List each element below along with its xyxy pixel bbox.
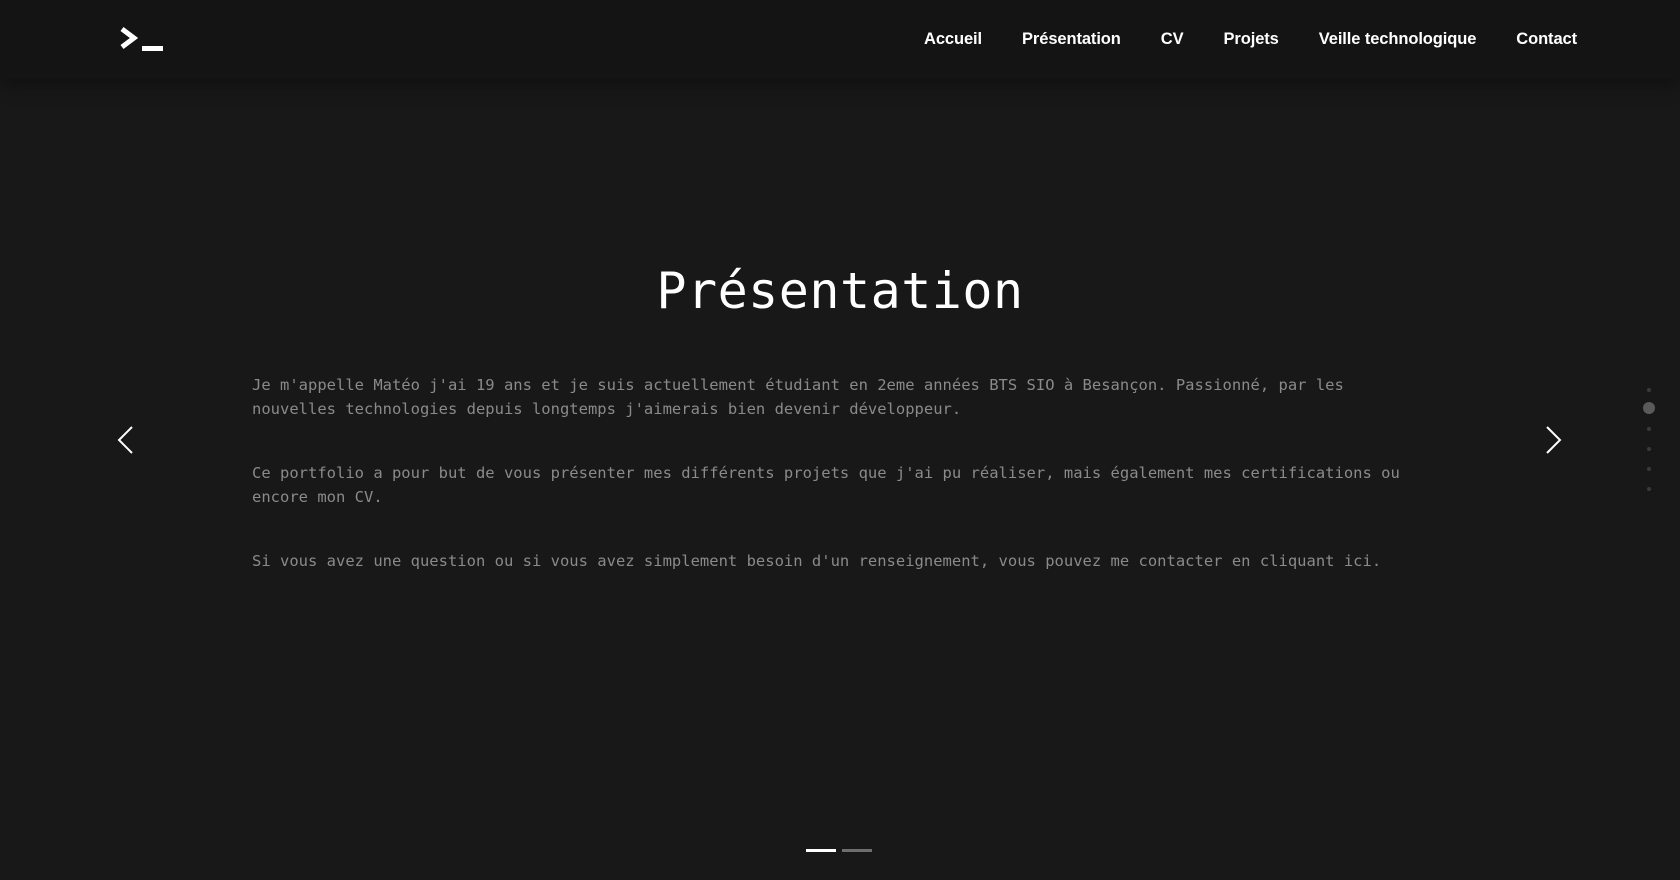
section-dot[interactable] [1647,388,1651,392]
portfolio-paragraph: Ce portfolio a pour but de vous présente… [252,464,1400,506]
contact-paragraph: Si vous avez une question ou si vous ave… [252,552,1382,570]
terminal-prompt-icon[interactable] [120,26,166,54]
section-dot-active[interactable] [1643,402,1655,414]
section-dot[interactable] [1647,447,1651,451]
presentation-content: Je m'appelle Matéo j'ai 19 ans et je sui… [252,373,1427,613]
nav-link-accueil[interactable]: Accueil [924,30,982,49]
slide-indicator[interactable] [842,849,872,852]
chevron-left-icon[interactable] [114,424,138,456]
main-nav: Accueil Présentation CV Projets Veille t… [924,0,1577,79]
nav-link-projets[interactable]: Projets [1224,30,1279,49]
nav-link-presentation[interactable]: Présentation [1022,30,1121,49]
intro-paragraph: Je m'appelle Matéo j'ai 19 ans et je sui… [252,376,1344,418]
slide-indicator-active[interactable] [806,849,836,852]
site-header: Accueil Présentation CV Projets Veille t… [0,0,1680,79]
slide-indicators [806,849,872,852]
nav-link-veille-technologique[interactable]: Veille technologique [1319,30,1477,49]
section-title: Présentation [656,262,1024,320]
section-dot[interactable] [1647,487,1651,491]
section-nav-dots [1642,384,1656,496]
nav-link-cv[interactable]: CV [1161,30,1184,49]
section-dot[interactable] [1647,427,1651,431]
chevron-right-icon[interactable] [1541,424,1565,456]
nav-link-contact[interactable]: Contact [1516,30,1577,49]
section-dot[interactable] [1647,467,1651,471]
